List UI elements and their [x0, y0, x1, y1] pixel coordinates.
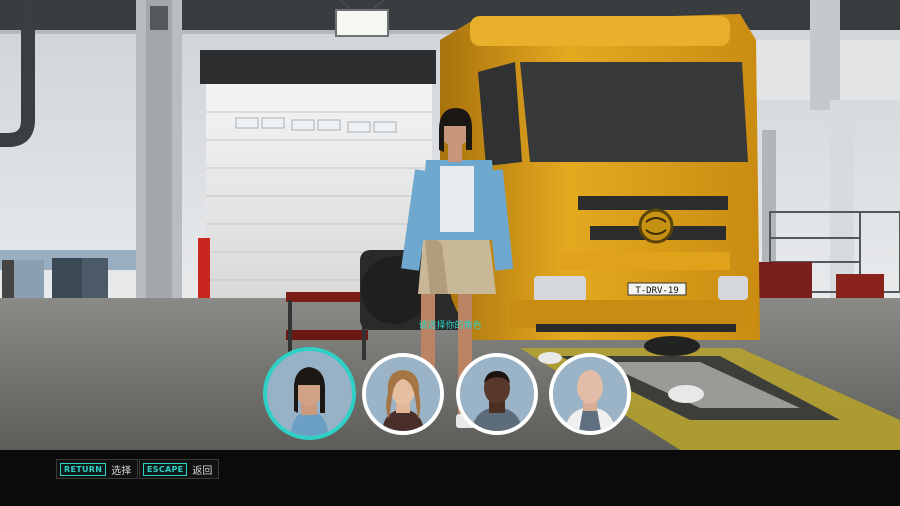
male-bald-avatar	[553, 357, 627, 431]
character-portrait-4[interactable]	[549, 353, 631, 435]
license-plate: T-DRV-19	[635, 286, 678, 296]
male-dark-avatar	[460, 357, 534, 431]
return-hint-label: 选择	[111, 465, 132, 477]
garage-scene: T-DRV-19	[0, 0, 900, 450]
character-portrait-2[interactable]	[362, 353, 444, 435]
character-portrait-1[interactable]	[263, 347, 356, 440]
character-portrait-3[interactable]	[456, 353, 538, 435]
select-character-prompt: 请选择你的角色	[418, 321, 482, 331]
escape-key-badge: ESCAPE	[143, 462, 188, 476]
escape-hint-label: 返回	[192, 465, 213, 477]
return-key-badge: RETURN	[60, 462, 107, 476]
female-asian-avatar	[267, 351, 352, 436]
return-hint[interactable]: RETURN 选择	[56, 459, 139, 479]
escape-hint[interactable]: ESCAPE 返回	[139, 459, 220, 479]
female-blonde-avatar	[366, 357, 440, 431]
garage-background: T-DRV-19	[0, 0, 900, 450]
